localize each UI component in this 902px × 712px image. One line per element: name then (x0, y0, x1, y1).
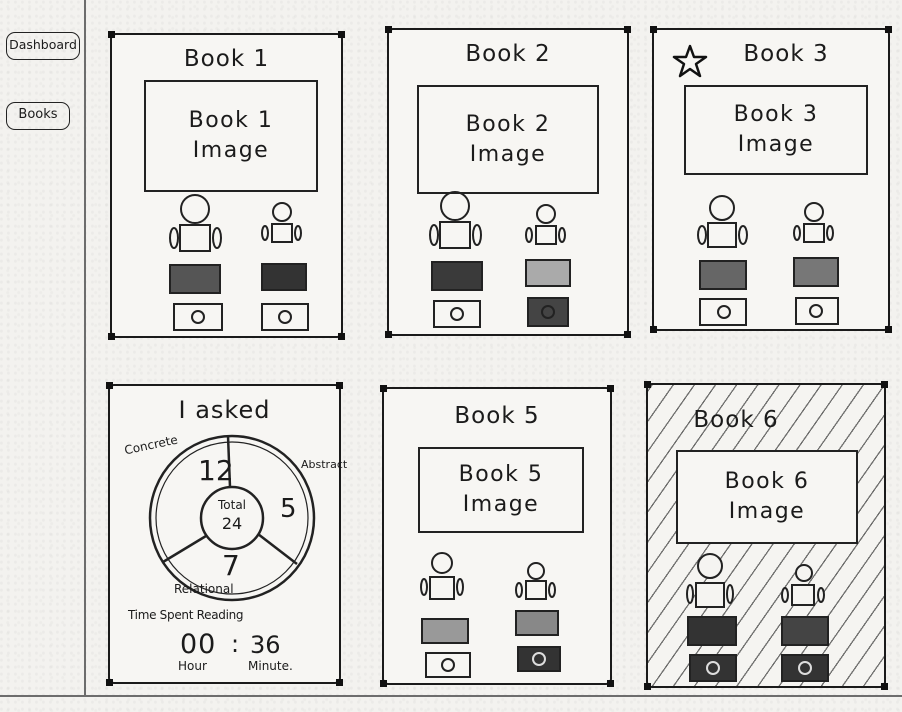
book-card-6[interactable]: Book 6 Book 6 Image (644, 381, 888, 690)
book-card-5[interactable]: Book 5 Book 5 Image (380, 385, 614, 687)
relational-label: Relational (174, 582, 234, 596)
minute-label: Minute. (248, 659, 293, 673)
abstract-value: 5 (280, 494, 297, 524)
total-value: 24 (221, 514, 243, 533)
book-image-placeholder: Book 5 Image (418, 447, 584, 533)
reader-avatar-large (697, 195, 748, 326)
segment-divider (257, 533, 298, 565)
reader-avatar-large (169, 194, 223, 331)
book-image-placeholder: Book 3 Image (684, 85, 868, 175)
time-spent-label: Time Spent Reading (128, 608, 244, 622)
total-label: Total (217, 498, 247, 512)
reader-avatar-large (429, 191, 483, 328)
reader-avatar-large (420, 552, 471, 678)
relational-value: 7 (222, 549, 240, 582)
book-card-2[interactable]: Book 2 Book 2 Image (385, 26, 631, 338)
book-title: Book 3 (743, 41, 829, 67)
book-image-placeholder: Book 2 Image (417, 85, 599, 194)
reader-avatar-small (525, 204, 571, 327)
hours-value: 00 (180, 629, 217, 660)
concrete-value: 12 (198, 454, 234, 487)
abstract-label: Abstract (301, 458, 348, 471)
time-separator: : (231, 630, 240, 658)
reader-avatar-small (793, 202, 839, 325)
bottom-divider (0, 695, 902, 697)
reader-avatar-small (781, 564, 829, 682)
reader-avatar-small (261, 202, 309, 331)
book-title: Book 1 (183, 46, 270, 72)
minutes-value: 36 (250, 631, 281, 659)
question-type-donut-chart (148, 434, 316, 602)
reader-avatar-small (515, 562, 561, 672)
nav-books-button[interactable]: Books (6, 102, 70, 130)
book-title: Book 2 (465, 41, 551, 67)
nav-dashboard-button[interactable]: Dashboard (6, 32, 80, 60)
reader-avatar-large (686, 553, 737, 682)
book-image-placeholder: Book 6 Image (676, 450, 858, 544)
book-card-3[interactable]: Book 3 Book 3 Image (650, 26, 892, 333)
stats-card: I asked Concrete Abstract Relational 12 … (106, 382, 347, 686)
book-title: Book 6 (693, 407, 779, 433)
segment-divider (162, 534, 207, 564)
sidebar: Dashboard Books (0, 0, 86, 695)
book-image-placeholder: Book 1 Image (144, 80, 318, 192)
book-card-1[interactable]: Book 1 Book 1 Image (108, 31, 345, 340)
book-title: Book 5 (454, 403, 540, 429)
hour-label: Hour (178, 659, 207, 673)
